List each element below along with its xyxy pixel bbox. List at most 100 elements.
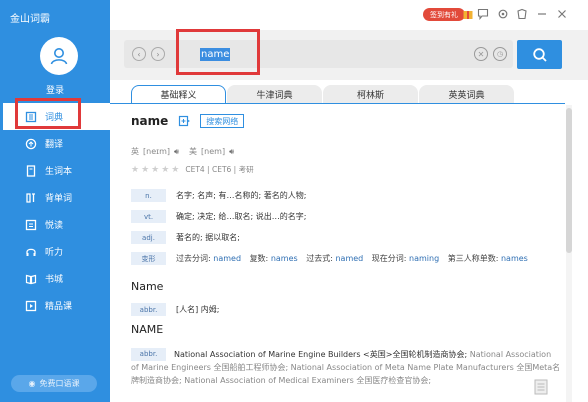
sidebar-item-label: 悦读 xyxy=(45,221,64,231)
wordbook-icon xyxy=(25,164,37,177)
form-label: 过去式: xyxy=(306,254,333,263)
tab-en-en[interactable]: 英英词典 xyxy=(419,85,514,103)
star-rating: ★★★★★ xyxy=(131,164,182,175)
course-icon xyxy=(25,300,37,312)
sidebar-nav: 词典 翻译 生词本 背单词 悦读 听力 书城 精品课 xyxy=(0,103,110,319)
sidebar-item-reading[interactable]: 悦读 xyxy=(0,211,110,238)
speaker-us-icon[interactable]: 🔊︎ xyxy=(229,147,234,157)
reading-icon xyxy=(25,219,37,231)
part-of-speech: vt. xyxy=(131,210,166,223)
oral-course-label: 免费口语课 xyxy=(39,379,80,388)
search-input[interactable]: ‹ › name ✕ ◷ xyxy=(124,40,513,68)
word-forms-label: 变形 xyxy=(131,252,166,265)
form-label: 现在分词: xyxy=(371,254,407,263)
definition-row: vt. 确定; 决定; 给…取名; 说出…的名字; xyxy=(131,206,561,227)
gift-icon[interactable] xyxy=(462,8,474,20)
sidebar-item-label: 翻译 xyxy=(45,140,64,150)
speaker-uk-icon[interactable]: 🔊︎ xyxy=(174,147,179,157)
related-word-title: Name xyxy=(131,280,164,293)
definition-text: 著名的; 据以取名; xyxy=(176,233,240,242)
add-to-wordbook-icon[interactable] xyxy=(178,115,191,127)
avatar[interactable] xyxy=(40,37,78,75)
phonetics: 英 [neɪm] 🔊︎ 美 [nem] 🔊︎ xyxy=(131,146,238,157)
phonetic-us: [nem] xyxy=(201,147,226,156)
search-input-value[interactable]: name xyxy=(200,48,231,61)
definition-text: National Association of Marine Engine Bu… xyxy=(174,350,468,359)
login-link[interactable]: 登录 xyxy=(0,83,110,96)
skin-icon[interactable] xyxy=(516,8,528,20)
sidebar-item-memorize[interactable]: 背单词 xyxy=(0,184,110,211)
related-definition-row: abbr. [人名] 内姆; xyxy=(131,303,219,316)
form-label: 复数: xyxy=(249,254,269,263)
definition-panel: name 搜索网络 英 [neɪm] 🔊︎ 美 [nem] 🔊︎ ★★★★★ C… xyxy=(131,110,561,402)
definition-row: n. 名字; 名声; 有…名称的; 著名的人物; xyxy=(131,185,561,206)
sidebar-item-translate[interactable]: 翻译 xyxy=(0,130,110,157)
app-title: 金山词霸 xyxy=(10,14,50,25)
definition-list: n. 名字; 名声; 有…名称的; 著名的人物; vt. 确定; 决定; 给…取… xyxy=(131,185,561,269)
part-of-speech: abbr. xyxy=(131,348,166,361)
sidebar-item-course[interactable]: 精品课 xyxy=(0,292,110,319)
clear-icon[interactable]: ✕ xyxy=(474,47,488,61)
exam-tags: CET4 | CET6 | 考研 xyxy=(185,165,254,174)
bookstore-icon xyxy=(25,273,37,285)
form-label: 过去分词: xyxy=(176,254,211,263)
tab-oxford[interactable]: 牛津词典 xyxy=(227,85,322,103)
sidebar-item-label: 书城 xyxy=(45,275,64,285)
user-icon xyxy=(50,48,68,65)
sidebar-item-label: 听力 xyxy=(45,248,64,258)
headword: name xyxy=(131,114,169,128)
dictionary-tabs: 基础释义 牛津词典 柯林斯 英英词典 xyxy=(131,85,515,103)
forward-icon[interactable]: › xyxy=(151,47,165,61)
related-word-title: NAME xyxy=(131,323,164,336)
sidebar-item-wordbook[interactable]: 生词本 xyxy=(0,157,110,184)
history-icon[interactable]: ◷ xyxy=(493,47,507,61)
part-of-speech: n. xyxy=(131,189,166,202)
settings-icon[interactable] xyxy=(497,8,509,20)
sign-in-badge[interactable]: 签到有礼 xyxy=(423,8,465,21)
headword-row: name 搜索网络 xyxy=(131,114,245,128)
tab-divider xyxy=(110,103,565,104)
form-link[interactable]: named xyxy=(335,254,363,263)
headphones-icon xyxy=(25,246,37,258)
search-button[interactable] xyxy=(517,40,562,69)
free-oral-course-button[interactable]: ◉ 免费口语课 xyxy=(11,375,97,392)
sidebar-item-dictionary[interactable]: 词典 xyxy=(0,103,110,130)
part-of-speech: adj. xyxy=(131,231,166,244)
sidebar-item-listening[interactable]: 听力 xyxy=(0,238,110,265)
definition-text: [人名] 内姆; xyxy=(176,305,220,314)
oral-course-icon: ◉ xyxy=(28,379,36,388)
related-definition-paragraph: abbr. National Association of Marine Engi… xyxy=(131,348,561,387)
translate-icon xyxy=(25,138,37,150)
word-forms: 过去分词: named 复数: names 过去式: named 现在分词: n… xyxy=(176,253,534,264)
close-icon[interactable] xyxy=(556,8,568,20)
form-link[interactable]: names xyxy=(271,254,298,263)
sidebar-item-label: 词典 xyxy=(45,113,64,123)
tab-collins[interactable]: 柯林斯 xyxy=(323,85,418,103)
part-of-speech: abbr. xyxy=(131,303,166,316)
scrollbar-thumb[interactable] xyxy=(566,108,572,253)
title-bar: 签到有礼 xyxy=(110,0,588,30)
sidebar-item-label: 生词本 xyxy=(45,167,73,177)
sidebar: 金山词霸 登录 词典 翻译 生词本 背单词 悦读 听力 书城 精品课 ◉ 免费口… xyxy=(0,0,110,402)
sidebar-item-label: 背单词 xyxy=(45,194,73,204)
form-link[interactable]: named xyxy=(213,254,241,263)
feedback-icon[interactable] xyxy=(477,8,489,20)
back-icon[interactable]: ‹ xyxy=(132,47,146,61)
form-link[interactable]: names xyxy=(501,254,528,263)
phonetic-us-label: 美 xyxy=(189,147,198,156)
form-link[interactable]: naming xyxy=(409,254,439,263)
sidebar-item-bookstore[interactable]: 书城 xyxy=(0,265,110,292)
word-forms-row: 变形 过去分词: named 复数: names 过去式: named 现在分词… xyxy=(131,248,561,269)
web-search-button[interactable]: 搜索网络 xyxy=(200,114,245,128)
notes-icon[interactable] xyxy=(533,378,549,396)
search-bar-area: ‹ › name ✕ ◷ xyxy=(110,30,588,80)
search-icon xyxy=(532,47,547,62)
definition-text: 名字; 名声; 有…名称的; 著名的人物; xyxy=(176,191,307,200)
dictionary-icon xyxy=(25,111,37,123)
definition-row: adj. 著名的; 据以取名; xyxy=(131,227,561,248)
form-label: 第三人称单数: xyxy=(447,254,499,263)
word-frequency: ★★★★★ CET4 | CET6 | 考研 xyxy=(131,164,254,175)
phonetic-uk: [neɪm] xyxy=(143,147,170,156)
tab-basic[interactable]: 基础释义 xyxy=(131,85,226,103)
minimize-icon[interactable] xyxy=(536,8,548,20)
